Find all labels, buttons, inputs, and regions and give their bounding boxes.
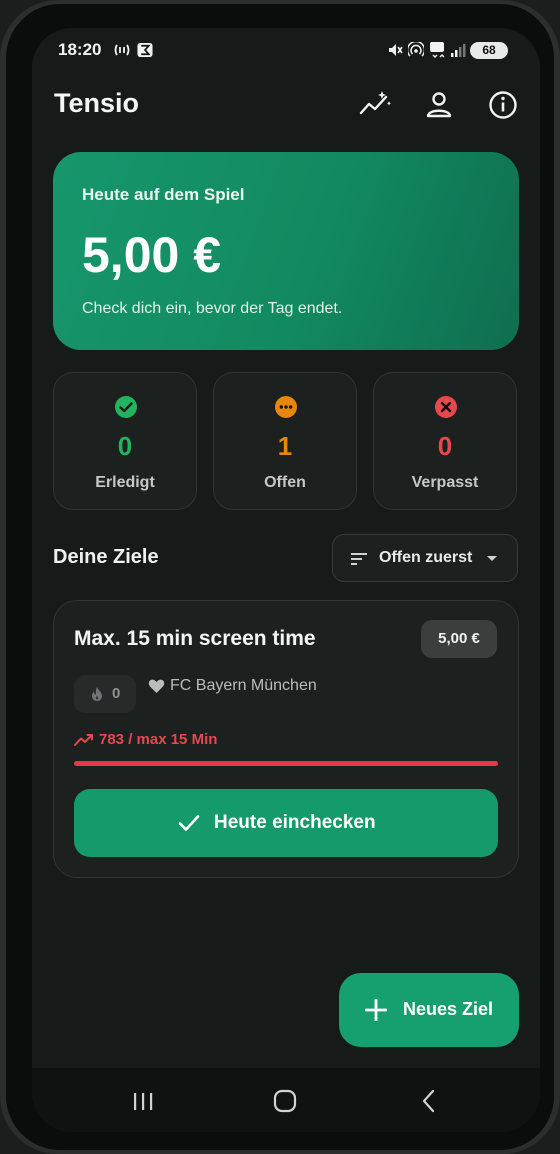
goal-stake-badge: 5,00 € [421,620,497,658]
status-bar: 18:20 68 [32,28,540,74]
signal-icon [451,44,466,57]
new-goal-fab[interactable]: Neues Ziel [339,973,519,1047]
hero-subtitle: Heute auf dem Spiel [82,185,245,204]
phone-frame: 18:20 68 Tensio Heute auf dem Spiel 5,00… [0,0,560,1154]
notification-app-icon [137,42,153,58]
checkin-label: Heute einchecken [214,812,376,833]
progress-text: 783 / max 15 Min [99,731,218,748]
hotspot-icon [408,42,424,57]
plus-icon [365,999,387,1021]
streak-chip: 0 [74,675,136,713]
network-5g-icon [430,42,445,58]
check-icon [178,815,200,831]
battery-indicator: 68 [470,42,508,59]
cast-status-icon [114,44,130,56]
info-icon[interactable] [486,88,520,122]
fab-label: Neues Ziel [403,999,494,1019]
check-circle-icon [115,396,137,418]
phone-bezel: 18:20 68 Tensio Heute auf dem Spiel 5,00… [6,4,554,1150]
stat-card-done: 0 Erledigt [53,372,197,510]
goals-section-title: Deine Ziele [53,546,159,568]
recents-icon[interactable] [128,1086,158,1116]
checkin-button[interactable]: Heute einchecken [74,789,498,857]
stat-count-missed: 0 [437,431,453,461]
stat-label-open: Offen [264,474,306,491]
progress-track [74,761,498,766]
close-circle-icon [435,396,457,418]
back-icon[interactable] [414,1086,444,1116]
goal-card[interactable]: Max. 15 min screen time 5,00 € 0 FC Baye… [53,600,519,878]
sort-dropdown[interactable]: Offen zuerst [332,534,518,582]
stat-card-open: 1 Offen [213,372,357,510]
pending-dots-icon [275,396,297,418]
flame-icon [92,687,102,701]
profile-icon[interactable] [422,88,456,122]
stat-count-open: 1 [277,431,293,461]
heart-icon [148,679,165,693]
sort-label: Offen zuerst [379,549,473,566]
stat-label-done: Erledigt [95,474,155,491]
trending-up-icon [74,734,93,746]
insights-icon[interactable] [358,88,392,122]
stat-card-missed: 0 Verpasst [373,372,517,510]
progress-fill [74,761,498,766]
status-time: 18:20 [58,40,102,59]
sort-icon [351,553,367,565]
mute-icon [389,44,403,56]
app-bar: Tensio [32,80,540,128]
charity-name: FC Bayern München [170,677,317,694]
today-at-stake-card: Heute auf dem Spiel 5,00 € Check dich ei… [53,152,519,350]
system-nav-bar [32,1068,540,1132]
app-title: Tensio [54,88,140,118]
goal-title: Max. 15 min screen time [74,627,316,650]
stake-amount: 5,00 € [82,227,222,283]
app-screen: 18:20 68 Tensio Heute auf dem Spiel 5,00… [32,28,540,1132]
home-icon[interactable] [270,1086,300,1116]
hero-note: Check dich ein, bevor der Tag endet. [82,300,343,317]
stat-label-missed: Verpasst [411,474,479,491]
caret-down-icon [487,556,497,561]
streak-count: 0 [112,685,121,702]
stat-count-done: 0 [117,431,133,461]
